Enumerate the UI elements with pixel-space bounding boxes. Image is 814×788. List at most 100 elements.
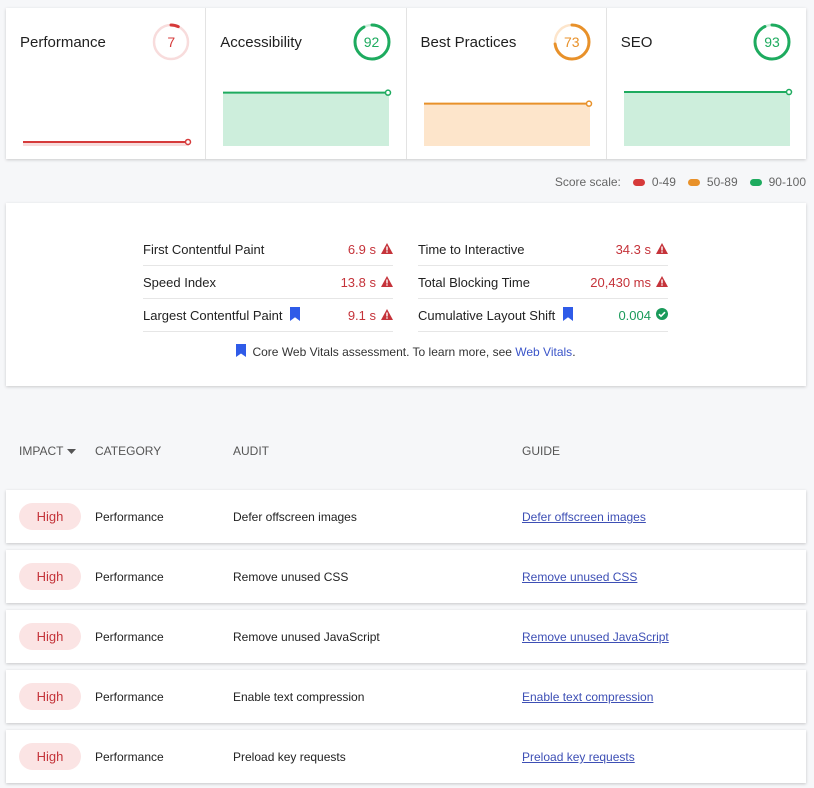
- metric-speed-index: Speed Index 13.8 s: [143, 266, 393, 299]
- metric-value: 6.9 s: [347, 241, 376, 257]
- metric-result: 0.004: [618, 307, 668, 323]
- guide-link[interactable]: Defer offscreen images: [522, 510, 646, 524]
- metric-name-wrap: Largest Contentful Paint: [143, 306, 301, 324]
- score-card-best-practices[interactable]: Best Practices 73: [407, 8, 607, 159]
- impact-badge: High: [19, 743, 81, 770]
- table-row: High Performance Remove unused CSS Remove u…: [6, 550, 806, 603]
- metric-name-wrap: Time to Interactive: [418, 242, 524, 257]
- table-row: High Performance Enable text compression En…: [6, 670, 806, 723]
- table-row: High Performance Defer offscreen images Def…: [6, 490, 806, 543]
- core-web-vital-bookmark-icon: [290, 306, 301, 324]
- scale-dot-average-icon: [687, 178, 700, 186]
- metric-cumulative-layout-shift: Cumulative Layout Shift 0.004: [418, 299, 668, 332]
- score-scale-label: Score scale:: [554, 175, 621, 189]
- score-value: 7: [167, 34, 176, 50]
- score-card-seo[interactable]: SEO 93: [607, 8, 806, 159]
- score-card-accessibility[interactable]: Accessibility 92: [206, 8, 407, 159]
- metric-value: 0.004: [618, 307, 651, 323]
- audit-cell: Defer offscreen images: [233, 510, 357, 524]
- metric-value: 9.1 s: [347, 307, 376, 323]
- impact-badge: High: [19, 683, 81, 710]
- score-trend-chart: [22, 78, 192, 148]
- score-title: SEO: [620, 34, 653, 51]
- category-cell: Performance: [95, 750, 164, 764]
- guide-link[interactable]: Enable text compression: [522, 690, 653, 704]
- score-trend-chart: [623, 78, 793, 148]
- trend-area: [223, 92, 390, 146]
- guide-column-header: GUIDE: [522, 444, 561, 458]
- audit-cell: Preload key requests: [233, 750, 346, 764]
- scale-dot-poor-icon: [632, 178, 645, 186]
- score-title: Performance: [20, 34, 106, 51]
- core-web-vitals-note: Core Web Vitals assessment. To learn mor…: [6, 344, 806, 360]
- metric-name: First Contentful Paint: [143, 241, 265, 257]
- trend-point: [585, 100, 592, 107]
- guide-link[interactable]: Remove unused CSS: [522, 570, 637, 584]
- category-cell: Performance: [95, 570, 164, 584]
- score-scale-legend: Score scale: 0-49 50-89 90-100: [555, 175, 806, 189]
- trend-area: [623, 92, 790, 146]
- metric-name: Largest Contentful Paint: [143, 307, 283, 323]
- metric-value: 34.3 s: [615, 241, 651, 257]
- scale-range-poor: 0-49: [651, 175, 676, 189]
- score-value: 93: [764, 34, 780, 50]
- metric-result: 9.1 s: [348, 308, 393, 323]
- metric-result: 34.3 s: [616, 242, 668, 257]
- warning-triangle-icon: [656, 275, 668, 290]
- warning-triangle-icon: [381, 275, 393, 290]
- impact-column-header[interactable]: IMPACT: [19, 444, 77, 458]
- metric-value: 20,430 ms: [590, 274, 651, 290]
- bookmark-icon: [236, 344, 247, 360]
- score-trend-chart: [423, 78, 593, 148]
- score-value: 73: [563, 34, 580, 50]
- audit-cell: Enable text compression: [233, 690, 365, 704]
- warning-triangle-icon: [656, 242, 668, 257]
- audit-cell: Remove unused JavaScript: [233, 630, 380, 644]
- impact-badge: High: [19, 503, 81, 530]
- impact-header-label: IMPACT: [19, 444, 64, 458]
- metric-first-contentful-paint: First Contentful Paint 6.9 s: [143, 233, 393, 266]
- score-trend-chart: [222, 78, 392, 148]
- score-card-performance[interactable]: Performance 7: [6, 8, 207, 159]
- metric-name-wrap: Cumulative Layout Shift: [418, 306, 574, 324]
- metrics-grid: First Contentful Paint 6.9 s Time to Inter…: [143, 233, 673, 332]
- guide-link[interactable]: Remove unused JavaScript: [522, 630, 669, 644]
- category-cell: Performance: [95, 690, 164, 704]
- metric-result: 20,430 ms: [590, 275, 668, 290]
- metric-name-wrap: Speed Index: [143, 275, 216, 290]
- audit-column-header: AUDIT: [233, 444, 269, 458]
- impact-badge: High: [19, 563, 81, 590]
- cwv-note-text: Core Web Vitals assessment. To learn mor…: [252, 345, 516, 359]
- scale-range-good: 90-100: [768, 175, 806, 189]
- category-cell: Performance: [95, 630, 164, 644]
- category-cell: Performance: [95, 510, 164, 524]
- metrics-card: First Contentful Paint 6.9 s Time to Inter…: [6, 203, 806, 386]
- metric-result: 13.8 s: [341, 275, 393, 290]
- metric-result: 6.9 s: [348, 242, 393, 257]
- score-gauge: 7: [151, 22, 191, 62]
- sort-caret-down-icon: [67, 444, 77, 458]
- impact-badge: High: [19, 623, 81, 650]
- trend-point: [785, 88, 792, 96]
- table-row: High Performance Preload key requests Prelo…: [6, 730, 806, 783]
- metric-name: Total Blocking Time: [418, 274, 530, 290]
- cwv-note-suffix: .: [572, 345, 576, 359]
- metric-name: Speed Index: [143, 274, 217, 290]
- audit-table-rows: High Performance Defer offscreen images Def…: [6, 490, 806, 788]
- metric-largest-contentful-paint: Largest Contentful Paint 9.1 s: [143, 299, 393, 332]
- trend-point: [184, 138, 192, 146]
- metric-name: Time to Interactive: [418, 241, 525, 257]
- check-circle-icon: [656, 307, 668, 323]
- web-vitals-link[interactable]: Web Vitals: [515, 345, 572, 359]
- metric-name: Cumulative Layout Shift: [418, 307, 556, 323]
- score-title: Best Practices: [420, 34, 517, 51]
- trend-point: [385, 89, 392, 96]
- audit-table-header: IMPACT CATEGORY AUDIT GUIDE: [6, 444, 806, 464]
- metric-value: 13.8 s: [340, 274, 376, 290]
- warning-triangle-icon: [381, 242, 393, 257]
- score-gauge: 73: [552, 22, 592, 62]
- score-gauge: 93: [752, 22, 792, 62]
- guide-link[interactable]: Preload key requests: [522, 750, 635, 764]
- score-gauge: 92: [352, 22, 392, 62]
- score-title: Accessibility: [220, 34, 302, 51]
